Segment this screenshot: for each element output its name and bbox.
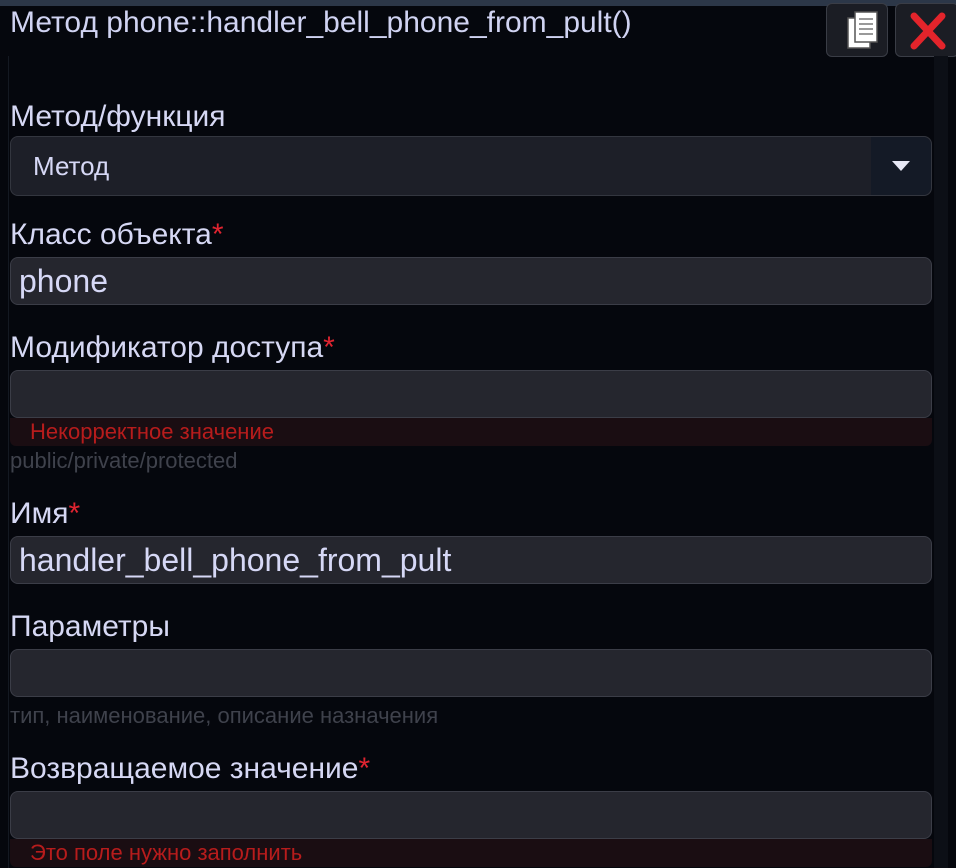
kind-select[interactable]: Метод [10, 136, 932, 196]
return-value-error-text: Это поле нужно заполнить [30, 840, 303, 865]
close-button[interactable] [895, 3, 956, 57]
name-label: Имя* [10, 497, 81, 530]
window-title: Метод phone::handler_bell_phone_from_pul… [10, 6, 632, 39]
access-modifier-error-text: Некорректное значение [30, 419, 274, 444]
copy-button[interactable] [826, 3, 888, 57]
name-input[interactable]: handler_bell_phone_from_pult [10, 536, 932, 584]
close-icon [910, 12, 946, 50]
class-name-label: Класс объекта* [10, 218, 224, 251]
return-value-label: Возвращаемое значение* [10, 752, 371, 785]
class-name-input[interactable]: phone [10, 257, 932, 305]
return-value-input[interactable] [10, 791, 932, 839]
copy-icon [847, 11, 878, 49]
kind-label: Метод/функция [10, 100, 226, 133]
chevron-down-icon [892, 161, 910, 171]
access-modifier-label: Модификатор доступа* [10, 331, 335, 364]
parameters-hint: тип, наименование, описание назначения [10, 703, 439, 728]
return-value-error: Это поле нужно заполнить [10, 839, 932, 867]
parameters-input[interactable] [10, 649, 932, 697]
kind-select-toggle[interactable] [871, 137, 931, 195]
kind-select-value: Метод [33, 151, 110, 181]
title-bar: Метод phone::handler_bell_phone_from_pul… [0, 0, 956, 57]
content-left-border [8, 56, 9, 868]
access-modifier-input[interactable] [10, 370, 932, 418]
access-modifier-hint: public/private/protected [10, 448, 238, 473]
parameters-label: Параметры [10, 610, 170, 643]
access-modifier-error: Некорректное значение [10, 418, 932, 446]
scrollbar[interactable] [934, 56, 948, 868]
